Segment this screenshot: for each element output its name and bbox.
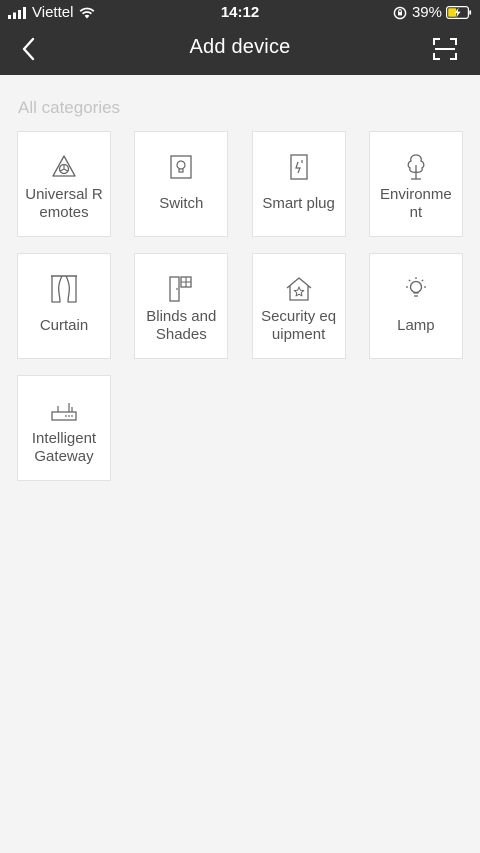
- lamp-icon: [401, 274, 431, 304]
- top-bar: Viettel 14:12 39% Add device: [0, 0, 480, 75]
- scan-button[interactable]: [430, 35, 460, 63]
- category-environment[interactable]: Environme nt: [368, 131, 463, 237]
- category-universal-remotes[interactable]: Universal Remotes: [17, 131, 111, 237]
- page-title: Add device: [189, 36, 291, 58]
- category-label: Switch: [159, 195, 204, 212]
- category-label: Security equipment: [261, 308, 337, 343]
- blinds-icon: [166, 274, 196, 304]
- battery-percent: 39%: [411, 4, 442, 21]
- category-lamp[interactable]: Lamp: [368, 253, 463, 359]
- scan-icon: [433, 38, 457, 60]
- universal-remote-icon: [49, 152, 79, 182]
- battery-charging-icon: [446, 6, 472, 19]
- smart-plug-icon: [284, 152, 314, 182]
- category-grid: Universal Remotes Switch Smart plug Envi…: [17, 131, 464, 481]
- category-switch[interactable]: Switch: [134, 131, 229, 237]
- curtain-icon: [49, 274, 79, 304]
- gateway-router-icon: [49, 396, 79, 426]
- category-smart-plug[interactable]: Smart plug: [251, 131, 346, 237]
- section-title: All categories: [18, 98, 121, 117]
- status-right: 39%: [393, 4, 472, 21]
- switch-icon: [166, 152, 196, 182]
- category-security-equipment[interactable]: Security equipment: [251, 253, 346, 359]
- nav-bar: Add device: [0, 24, 480, 75]
- security-house-icon: [284, 274, 314, 304]
- category-curtain[interactable]: Curtain: [17, 253, 111, 359]
- category-label: Lamp: [397, 317, 435, 334]
- status-bar: Viettel 14:12 39%: [0, 0, 480, 24]
- environment-tree-icon: [401, 152, 431, 182]
- category-label: Universal Remotes: [25, 186, 103, 221]
- category-intelligent-gateway[interactable]: Intelligent Gateway: [17, 375, 111, 481]
- category-label: Smart plug: [262, 195, 335, 212]
- category-label: Curtain: [39, 317, 89, 334]
- category-label: Blinds and Shades: [146, 308, 217, 343]
- category-label: Environme nt: [380, 186, 452, 221]
- category-blinds-and-shades[interactable]: Blinds and Shades: [134, 253, 229, 359]
- orientation-lock-icon: [393, 6, 407, 19]
- category-label: Intelligent Gateway: [31, 430, 97, 465]
